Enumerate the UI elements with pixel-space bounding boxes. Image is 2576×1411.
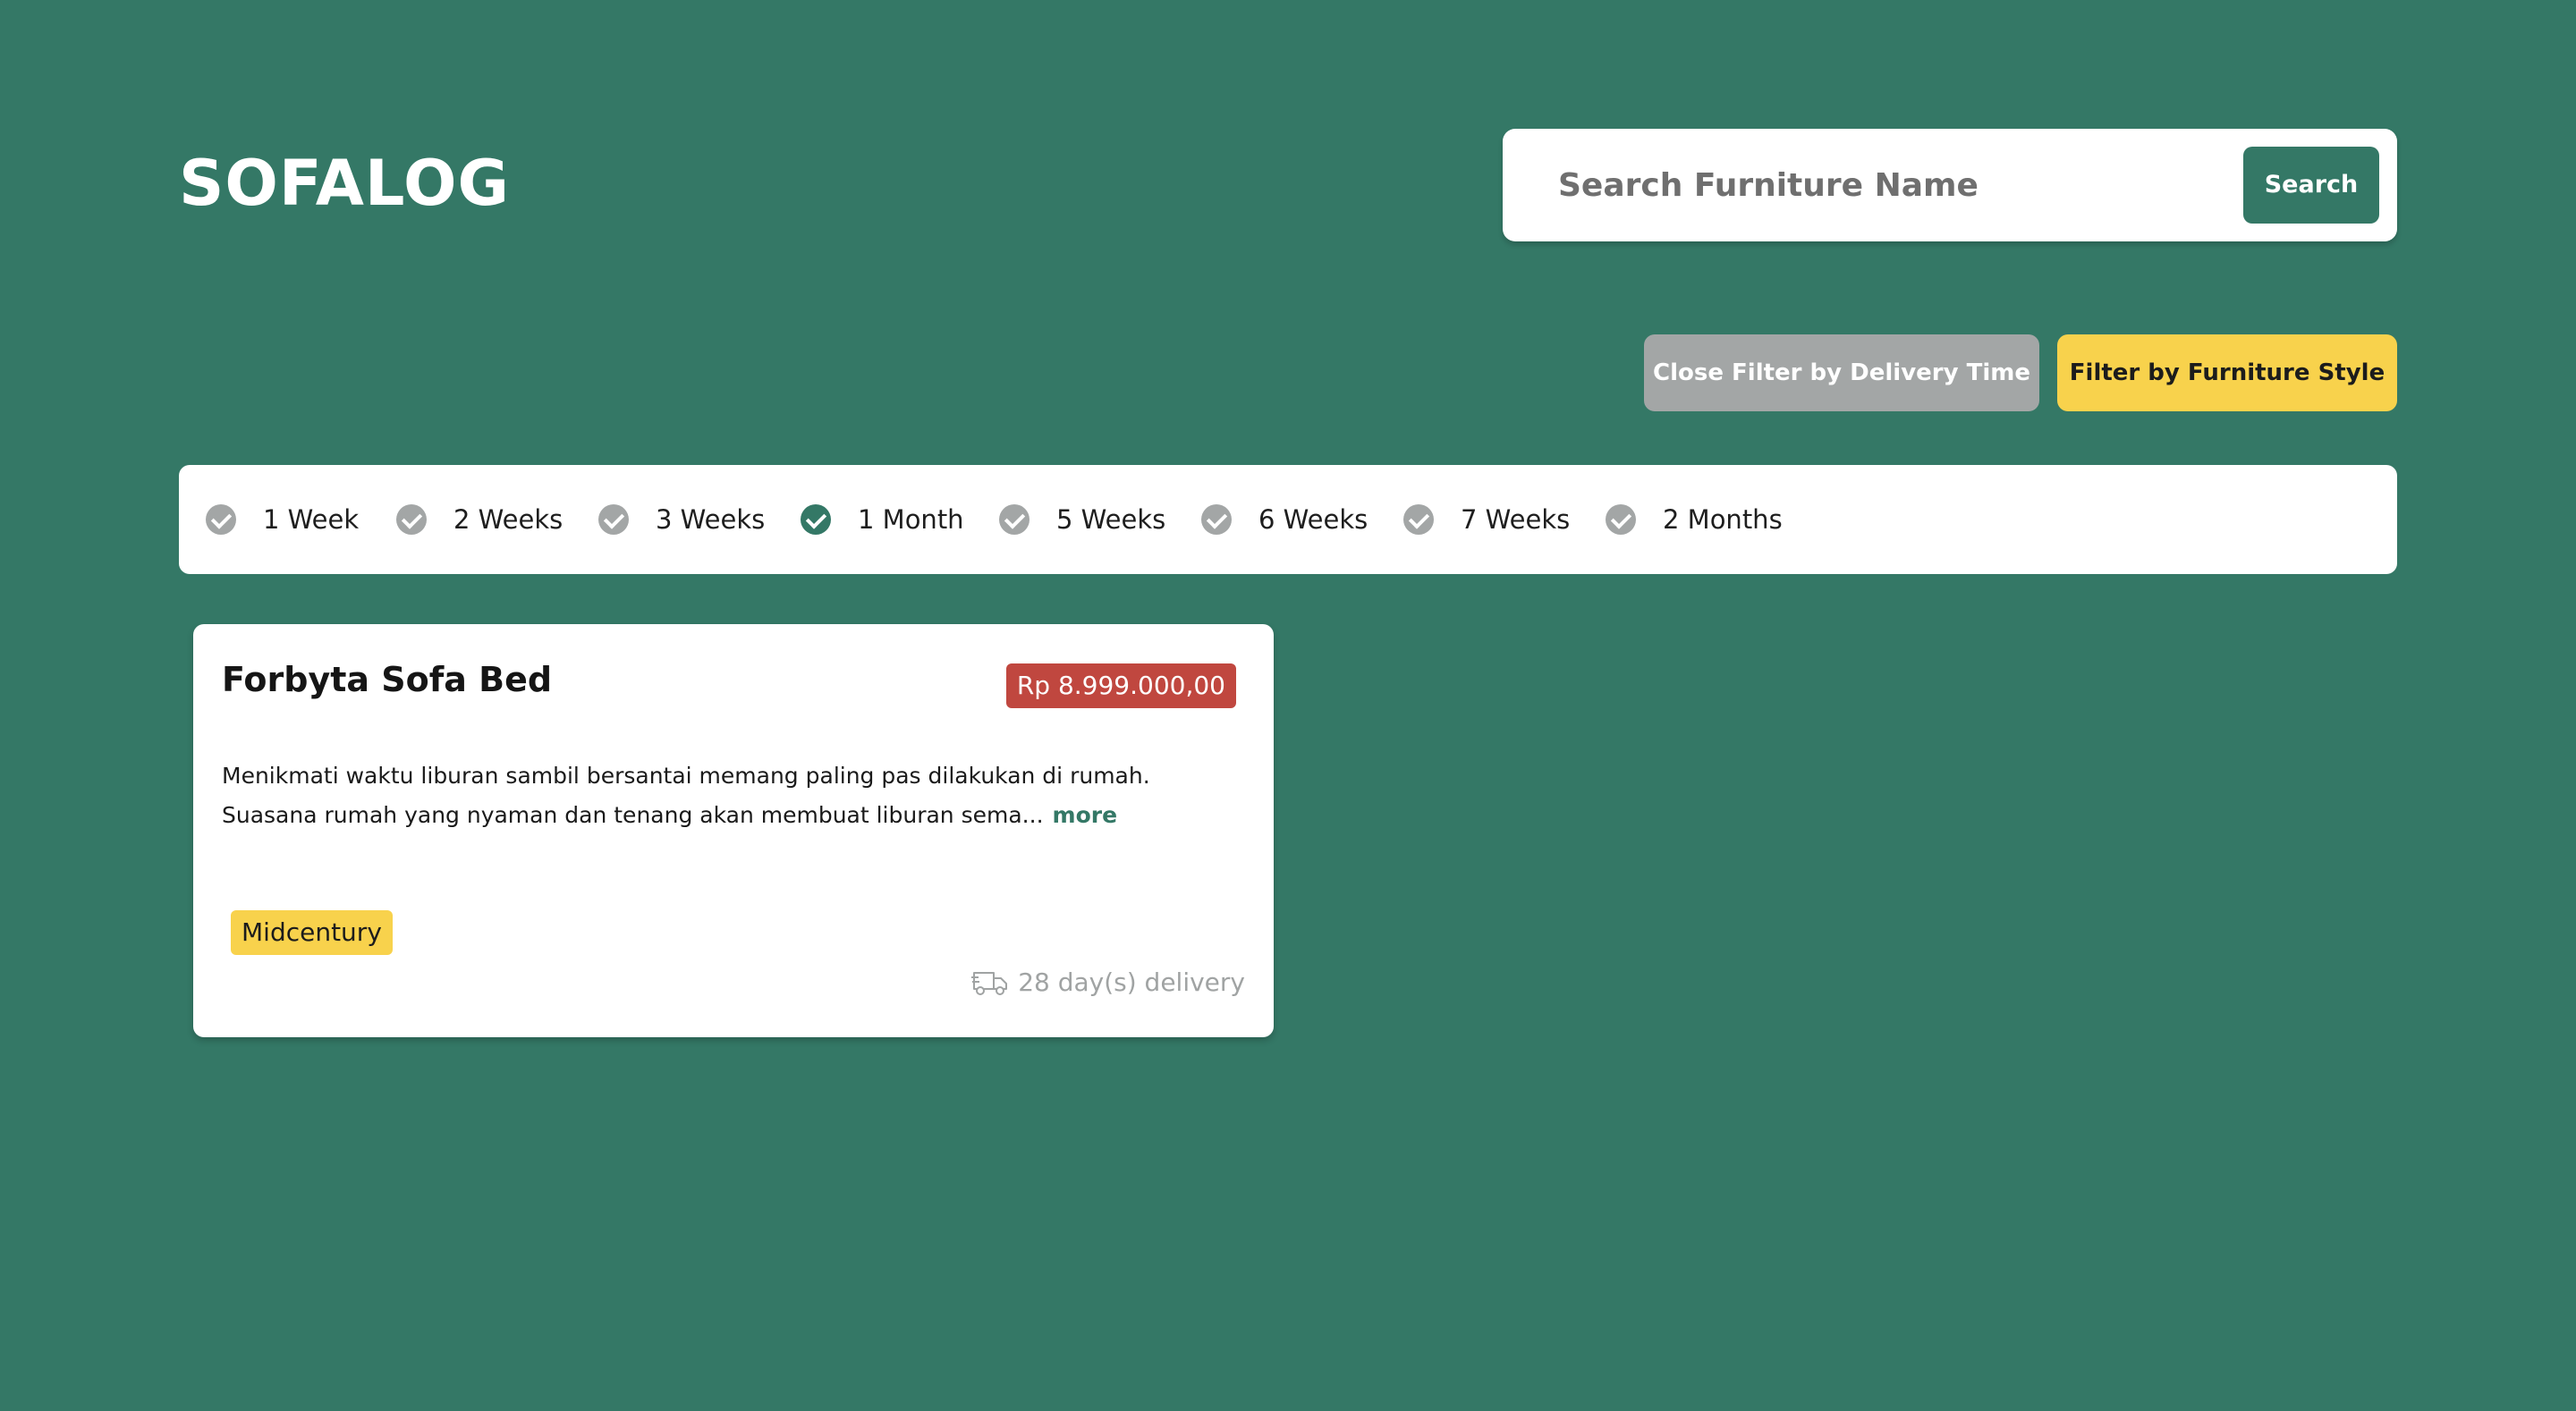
check-circle-icon <box>206 504 236 535</box>
filter-option-2-months[interactable]: 2 Months <box>1606 494 1783 545</box>
filter-option-7-weeks[interactable]: 7 Weeks <box>1403 494 1570 545</box>
check-circle-icon <box>396 504 427 535</box>
filter-option-label: 7 Weeks <box>1461 504 1571 535</box>
search-input[interactable] <box>1558 148 2202 222</box>
truck-icon <box>971 971 1008 995</box>
price-badge: Rp 8.999.000,00 <box>1005 663 1236 708</box>
filter-option-5-weeks[interactable]: 5 Weeks <box>999 494 1165 545</box>
filter-option-label: 3 Weeks <box>656 504 766 535</box>
check-circle-icon <box>598 504 629 535</box>
check-circle-icon <box>1403 504 1434 535</box>
filter-option-label: 5 Weeks <box>1056 504 1166 535</box>
filter-option-label: 1 Week <box>263 504 360 535</box>
product-name: Forbyta Sofa Bed <box>222 660 553 699</box>
check-circle-icon <box>1201 504 1232 535</box>
filter-option-label: 2 Months <box>1663 504 1783 535</box>
filter-option-label: 1 Month <box>858 504 964 535</box>
close-delivery-filter-button[interactable]: Close Filter by Delivery Time <box>1644 334 2039 411</box>
furniture-style-filter-button[interactable]: Filter by Furniture Style <box>2057 334 2397 411</box>
filter-option-6-weeks[interactable]: 6 Weeks <box>1201 494 1368 545</box>
product-card[interactable]: Forbyta Sofa Bed Rp 8.999.000,00 Menikma… <box>193 624 1274 1037</box>
check-circle-icon <box>801 504 831 535</box>
check-circle-icon <box>1606 504 1636 535</box>
filter-option-1-week[interactable]: 1 Week <box>206 494 359 545</box>
filter-option-label: 6 Weeks <box>1258 504 1368 535</box>
furniture-style-tag: Midcentury <box>231 910 393 955</box>
delivery-time-filter-panel: 1 Week 2 Weeks 3 Weeks 1 Month 5 Weeks 6… <box>179 465 2397 574</box>
filter-option-1-month[interactable]: 1 Month <box>801 494 964 545</box>
brand-logo: SOFALOG <box>179 147 510 220</box>
search-bar: Search <box>1503 129 2397 241</box>
filter-option-3-weeks[interactable]: 3 Weeks <box>598 494 765 545</box>
product-description: Menikmati waktu liburan sambil bersantai… <box>222 756 1241 835</box>
check-circle-icon <box>999 504 1030 535</box>
more-link[interactable]: more <box>1053 802 1118 828</box>
search-button[interactable]: Search <box>2243 147 2379 224</box>
filter-option-2-weeks[interactable]: 2 Weeks <box>396 494 563 545</box>
description-text: Menikmati waktu liburan sambil bersantai… <box>222 763 1150 828</box>
filter-option-label: 2 Weeks <box>453 504 564 535</box>
delivery-info: 28 day(s) delivery <box>971 967 1245 997</box>
delivery-text: 28 day(s) delivery <box>1018 967 1245 997</box>
